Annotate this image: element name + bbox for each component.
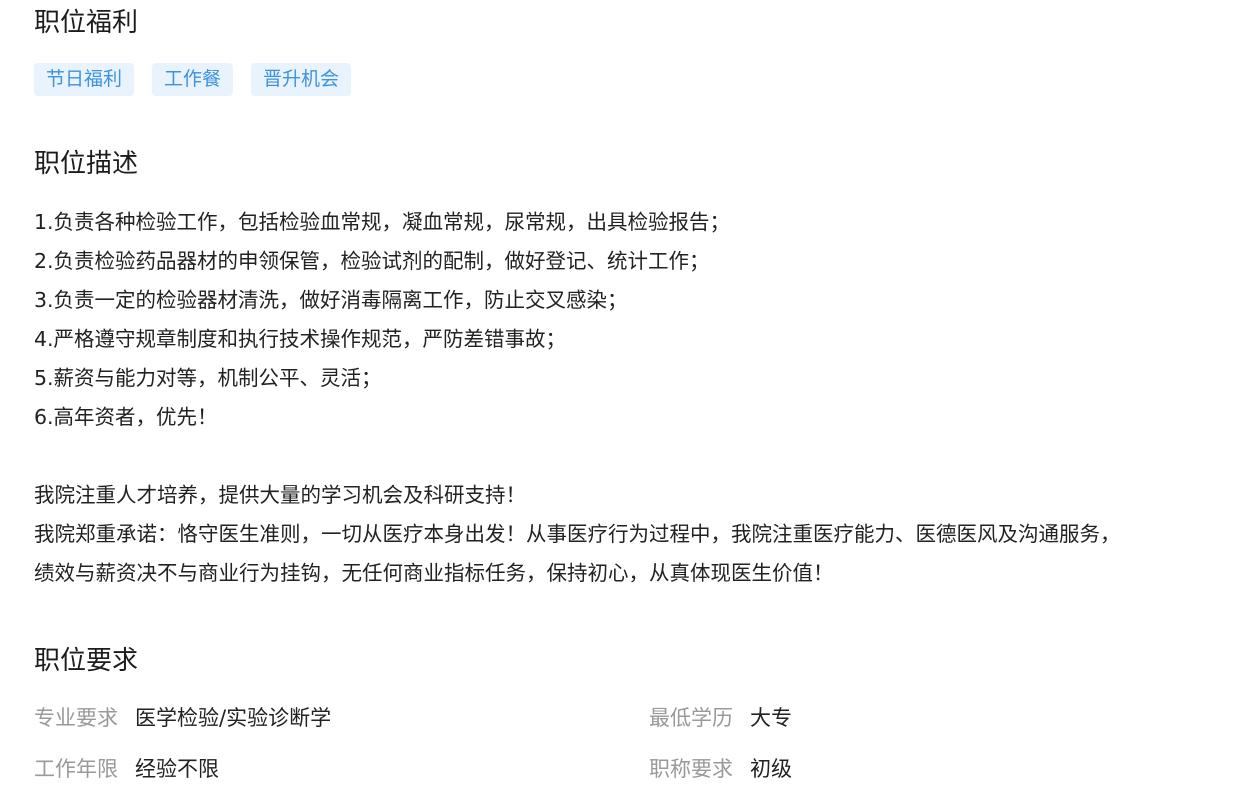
description-line: 3.负责一定的检验器材清洗，做好消毒隔离工作，防止交叉感染； (34, 288, 628, 312)
requirement-label: 职称要求 (649, 757, 733, 781)
requirement-education: 最低学历 大专 (649, 703, 792, 733)
requirement-label: 最低学历 (649, 706, 733, 730)
requirement-professional-title: 职称要求 初级 (649, 754, 792, 784)
description-line: 绩效与薪资决不与商业行为挂钩，无任何商业指标任务，保持初心，从真体现医生价值！ (34, 561, 834, 585)
welfare-tag: 节日福利 (34, 63, 135, 96)
description-line: 我院注重人才培养，提供大量的学习机会及科研支持！ (34, 483, 526, 507)
welfare-section-title: 职位福利 (34, 8, 139, 38)
requirement-major: 专业要求 医学检验/实验诊断学 (34, 703, 331, 733)
welfare-tag: 工作餐 (152, 63, 234, 96)
requirement-value: 初级 (750, 757, 792, 781)
description-blank-line (34, 437, 1234, 476)
requirement-value: 大专 (750, 706, 792, 730)
description-line: 4.严格遵守规章制度和执行技术操作规范，严防差错事故； (34, 327, 567, 351)
description-line: 6.高年资者，优先！ (34, 405, 218, 429)
requirement-value: 医学检验/实验诊断学 (135, 706, 332, 730)
description-line: 我院郑重承诺：恪守医生准则，一切从医疗本身出发！从事医疗行为过程中，我院注重医疗… (34, 522, 1121, 546)
welfare-tag-list: 节日福利 工作餐 晋升机会 (34, 63, 352, 96)
requirement-label: 工作年限 (34, 757, 118, 781)
requirement-experience: 工作年限 经验不限 (34, 754, 219, 784)
description-line: 2.负责检验药品器材的申领保管，检验试剂的配制，做好登记、统计工作； (34, 249, 710, 273)
job-description-text: 1.负责各种检验工作，包括检验血常规，凝血常规，尿常规，出具检验报告； 2.负责… (34, 203, 1234, 593)
welfare-tag: 晋升机会 (251, 63, 352, 96)
requirements-section-title: 职位要求 (34, 646, 139, 676)
description-section-title: 职位描述 (34, 149, 139, 179)
description-line: 1.负责各种检验工作，包括检验血常规，凝血常规，尿常规，出具检验报告； (34, 210, 731, 234)
requirement-value: 经验不限 (135, 757, 219, 781)
description-line: 5.薪资与能力对等，机制公平、灵活； (34, 366, 382, 390)
requirement-label: 专业要求 (34, 706, 118, 730)
